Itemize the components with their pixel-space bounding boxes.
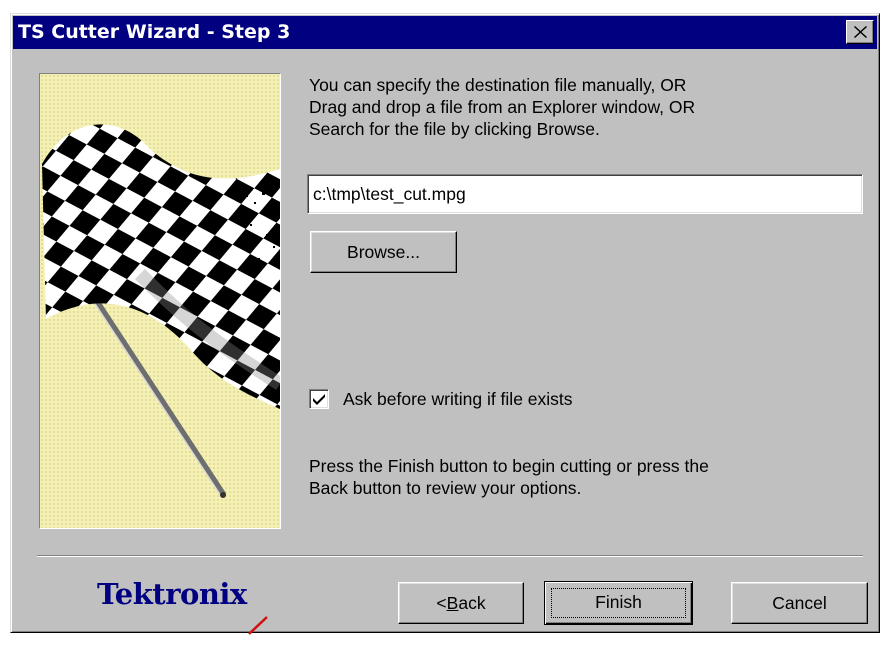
logo-accent-icon bbox=[248, 616, 268, 635]
destination-file-input[interactable] bbox=[307, 174, 863, 214]
close-icon bbox=[854, 26, 867, 38]
finish-button[interactable]: Finish bbox=[544, 581, 693, 625]
back-rest: ack bbox=[458, 593, 486, 613]
back-button[interactable]: < Back bbox=[398, 582, 524, 624]
instruction-line: You can specify the destination file man… bbox=[309, 75, 687, 95]
checkmark-icon bbox=[313, 394, 325, 405]
instruction-line: Drag and drop a file from an Explorer wi… bbox=[309, 97, 696, 117]
ask-before-overwrite-label: Ask before writing if file exists bbox=[343, 389, 573, 409]
finish-note: Press the Finish button to begin cutting… bbox=[309, 455, 849, 499]
cancel-button-label: Cancel bbox=[772, 593, 827, 613]
back-prefix: < bbox=[436, 593, 447, 613]
focus-rect bbox=[551, 588, 686, 618]
logo-text: Tektronix bbox=[97, 577, 247, 611]
finish-note-line: Back button to review your options. bbox=[309, 478, 582, 498]
instructions: You can specify the destination file man… bbox=[309, 74, 849, 140]
browse-button-label: Browse... bbox=[347, 242, 420, 262]
tektronix-logo: Tektronix bbox=[97, 577, 317, 637]
ask-before-overwrite-checkbox[interactable] bbox=[309, 389, 329, 409]
browse-button[interactable]: Browse... bbox=[310, 231, 457, 273]
wizard-window: TS Cutter Wizard - Step 3 You can specif… bbox=[10, 13, 880, 635]
checkered-flag-icon bbox=[39, 73, 281, 529]
finish-note-line: Press the Finish button to begin cutting… bbox=[309, 456, 709, 476]
back-mnemonic: B bbox=[446, 593, 459, 613]
close-button[interactable] bbox=[846, 20, 874, 44]
instruction-line: Search for the file by clicking Browse. bbox=[309, 119, 600, 139]
back-button-label: < Back bbox=[436, 583, 485, 623]
separator bbox=[37, 555, 863, 557]
window-title: TS Cutter Wizard - Step 3 bbox=[18, 21, 291, 43]
title-bar[interactable]: TS Cutter Wizard - Step 3 bbox=[13, 16, 877, 49]
cancel-button[interactable]: Cancel bbox=[731, 582, 868, 624]
